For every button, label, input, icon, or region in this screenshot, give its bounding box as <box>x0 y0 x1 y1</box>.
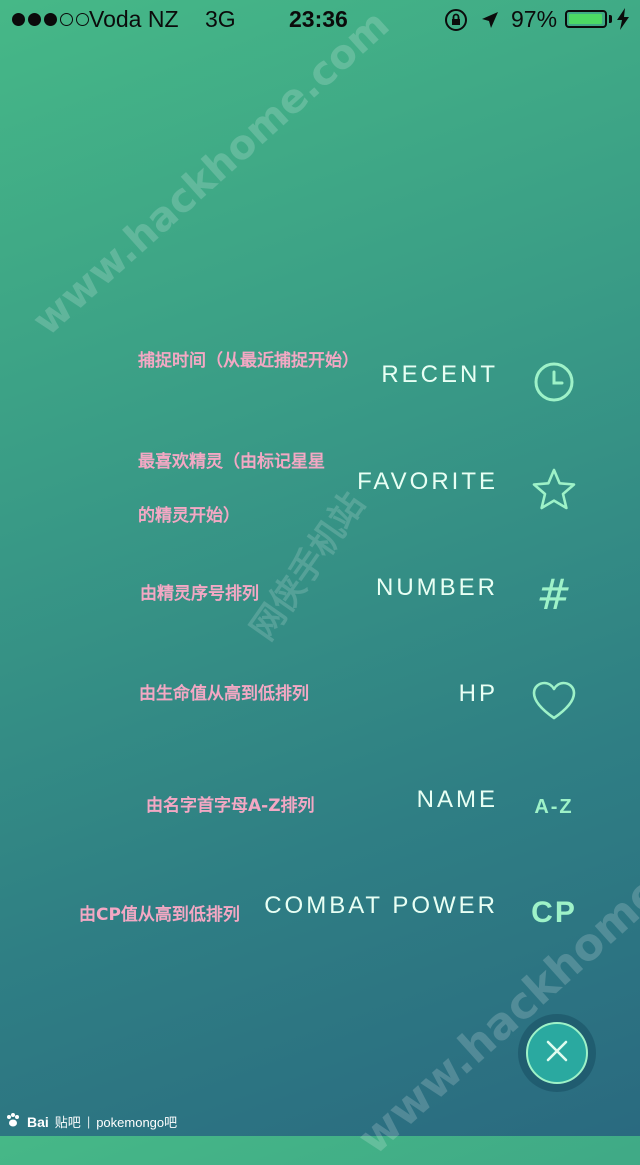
annotation-favorite-line2: 的精灵开始） <box>138 506 240 526</box>
sort-label-combat-power[interactable]: COMBAT POWER <box>264 892 498 920</box>
battery-icon <box>565 10 607 28</box>
forum-name: pokemongo吧 <box>96 1115 178 1130</box>
sort-label-hp[interactable]: HP <box>459 680 498 708</box>
baidu-paw-icon <box>5 1112 21 1131</box>
sort-option-number[interactable]: 由精灵序号排列 NUMBER # <box>0 554 640 634</box>
sort-label-number[interactable]: NUMBER <box>376 574 498 602</box>
heart-icon[interactable] <box>531 678 577 724</box>
sort-label-name[interactable]: NAME <box>417 786 498 814</box>
annotation-number: 由精灵序号排列 <box>140 584 259 604</box>
annotation-recent: 捕捉时间（从最近捕捉开始） <box>138 351 359 371</box>
footer-separator: | <box>86 1114 91 1129</box>
watermark-domain: www.hackhome.com <box>23 1 399 345</box>
annotation-cp: 由CP值从高到低排列 <box>79 905 240 925</box>
battery-percent: 97% <box>511 6 558 32</box>
baidu-tieba-footer: Bai 贴吧 | pokemongo吧 <box>5 1112 177 1131</box>
tieba-text: 贴吧 <box>54 1115 81 1130</box>
sort-option-name[interactable]: 由名字首字母A-Z排列 NAME A-Z <box>0 766 640 846</box>
sort-option-combat-power[interactable]: 由CP值从高到低排列 COMBAT POWER CP <box>0 872 640 952</box>
cp-icon[interactable]: CP <box>531 890 577 936</box>
sort-label-favorite[interactable]: FAVORITE <box>357 468 498 496</box>
annotation-hp: 由生命值从高到低排列 <box>139 684 309 704</box>
annotation-favorite-line1: 最喜欢精灵（由标记星星 <box>138 452 325 472</box>
sort-option-recent[interactable]: 捕捉时间（从最近捕捉开始） RECENT <box>0 341 640 421</box>
status-bar: Voda NZ 3G 23:36 97% <box>0 0 640 40</box>
carrier-name: Voda NZ <box>89 6 179 32</box>
annotation-name: 由名字首字母A-Z排列 <box>146 796 315 816</box>
close-icon[interactable] <box>545 1039 569 1067</box>
sort-option-hp[interactable]: 由生命值从高到低排列 HP <box>0 660 640 740</box>
sort-option-favorite[interactable]: 最喜欢精灵（由标记星星 的精灵开始） FAVORITE <box>0 448 640 528</box>
clock-icon[interactable] <box>531 359 577 405</box>
rotation-lock-icon <box>444 8 468 38</box>
battery-fill <box>569 14 602 24</box>
clock-time: 23:36 <box>289 6 348 32</box>
star-icon[interactable] <box>531 466 577 512</box>
close-button-inner[interactable] <box>526 1022 588 1084</box>
close-button[interactable] <box>518 1014 596 1092</box>
battery-tip <box>609 15 612 23</box>
charging-bolt-icon <box>616 8 630 36</box>
hash-icon[interactable]: # <box>531 572 577 618</box>
sort-label-recent[interactable]: RECENT <box>381 361 498 389</box>
network-type: 3G <box>205 6 236 32</box>
baidu-logo-text: Bai <box>27 1113 49 1130</box>
az-icon[interactable]: A-Z <box>531 784 577 830</box>
signal-strength-icon <box>12 13 89 26</box>
location-arrow-icon <box>480 9 500 36</box>
